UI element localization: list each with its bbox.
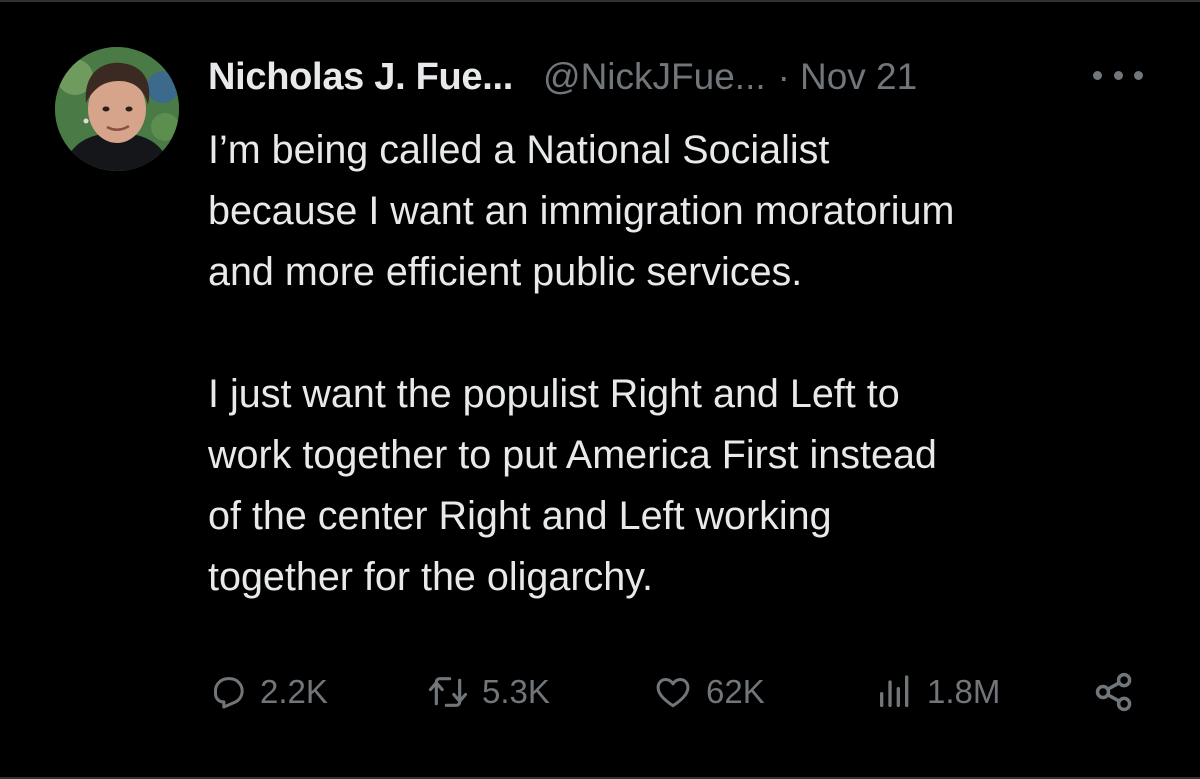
more-dot (1134, 70, 1143, 80)
views-count: 1.8M (927, 673, 1001, 710)
repost-count: 5.3K (482, 673, 550, 710)
reply-button[interactable]: 2.2K (208, 664, 328, 720)
reply-icon (214, 677, 244, 709)
tweet-paragraph: I just want the populist Right and Left … (208, 372, 937, 599)
more-options-icon[interactable] (1093, 65, 1143, 85)
like-button[interactable]: 62K (652, 664, 765, 720)
avatar[interactable] (55, 47, 179, 171)
tweet-header: Nicholas J. Fue... @NickJFue... · Nov 21 (208, 54, 1158, 100)
tweet-paragraph: I’m being called a National Socialist be… (208, 128, 955, 294)
views-button[interactable]: 1.8M (875, 664, 1000, 720)
share-button[interactable] (1092, 664, 1136, 720)
author-display-name[interactable]: Nicholas J. Fue... (208, 56, 513, 99)
author-handle[interactable]: @NickJFue... (543, 56, 766, 98)
reply-count: 2.2K (260, 673, 328, 710)
more-dot (1113, 70, 1123, 80)
more-dot (1093, 70, 1102, 80)
like-count: 62K (706, 673, 765, 710)
tweet-text: I’m being called a National Socialist be… (208, 120, 1168, 608)
repost-icon (428, 677, 468, 707)
views-icon (880, 675, 909, 707)
share-icon (1095, 672, 1132, 712)
like-icon (656, 678, 690, 708)
profile-photo-icon (55, 47, 179, 171)
tweet-card: Nicholas J. Fue... @NickJFue... · Nov 21… (0, 0, 1200, 779)
action-bar: 2.2K 5.3K 62K 1.8M (208, 664, 1148, 720)
header-separator: · (777, 56, 790, 97)
repost-button[interactable]: 5.3K (426, 664, 550, 720)
tweet-date[interactable]: Nov 21 (800, 56, 917, 98)
